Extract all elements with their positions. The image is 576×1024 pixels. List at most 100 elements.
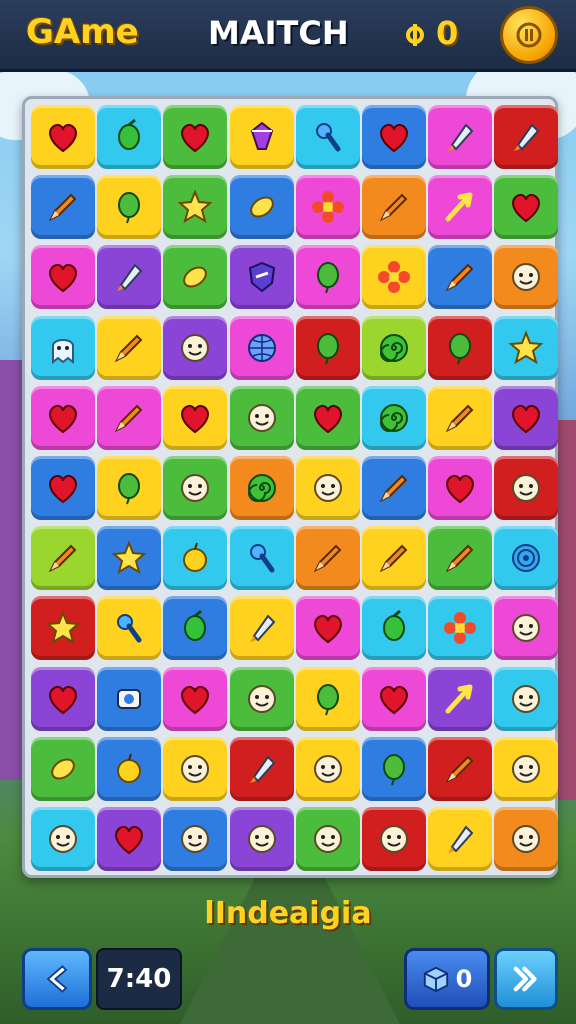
board-tile[interactable] [163, 526, 228, 591]
board-tile[interactable] [428, 456, 493, 520]
board-tile[interactable] [362, 456, 426, 520]
board-tile[interactable] [362, 385, 426, 450]
board-tile[interactable] [295, 807, 360, 871]
board-tile[interactable] [229, 666, 294, 731]
board-tile[interactable] [428, 315, 493, 380]
board-tile[interactable] [494, 315, 559, 380]
board-tile[interactable] [229, 315, 294, 380]
board-tile[interactable] [494, 385, 559, 450]
booster-button[interactable]: 0 [404, 948, 490, 1010]
board-tile[interactable] [229, 105, 294, 169]
board-tile[interactable] [31, 596, 95, 661]
leaf-icon [51, 758, 75, 780]
next-button[interactable] [494, 948, 558, 1010]
board-tile[interactable] [295, 245, 360, 310]
board-tile[interactable] [295, 526, 360, 591]
board-tile[interactable] [163, 105, 228, 169]
board-tile[interactable] [97, 526, 162, 591]
board-tile[interactable] [31, 175, 95, 240]
board-tile[interactable] [229, 807, 294, 871]
board-tile[interactable] [229, 736, 294, 801]
board-tile[interactable] [362, 807, 426, 871]
face-icon [181, 754, 210, 783]
board-tile[interactable] [494, 596, 559, 661]
board-tile[interactable] [163, 245, 228, 310]
board-tile[interactable] [163, 666, 228, 731]
board-tile[interactable] [163, 596, 228, 661]
board-tile[interactable] [295, 315, 360, 380]
board-tile[interactable] [295, 666, 360, 731]
board-tile[interactable] [428, 666, 493, 731]
board-tile[interactable] [163, 315, 228, 380]
board-tile[interactable] [295, 385, 360, 450]
board-tile[interactable] [494, 736, 559, 801]
board-tile[interactable] [362, 596, 426, 661]
board-tile[interactable] [295, 456, 360, 520]
board-tile[interactable] [163, 385, 228, 450]
back-button[interactable] [22, 948, 92, 1010]
board-tile[interactable] [229, 245, 294, 310]
board-tile[interactable] [362, 175, 426, 240]
board-tile[interactable] [295, 105, 360, 169]
board-tile[interactable] [97, 736, 162, 801]
board-tile[interactable] [428, 245, 493, 310]
board-tile[interactable] [31, 736, 95, 801]
board-tile[interactable] [229, 526, 294, 591]
heart-icon [380, 685, 408, 714]
rocket-icon [249, 614, 275, 643]
board-tile[interactable] [97, 175, 162, 240]
board-tile[interactable] [163, 175, 228, 240]
board-tile[interactable] [428, 105, 493, 169]
board-tile[interactable] [295, 175, 360, 240]
board-tile[interactable] [97, 666, 162, 731]
board-tile[interactable] [494, 105, 559, 169]
board-tile[interactable] [428, 736, 493, 801]
board-tile[interactable] [229, 175, 294, 240]
face-icon [247, 825, 276, 853]
board-tile[interactable] [229, 385, 294, 450]
board-tile[interactable] [31, 245, 95, 310]
board-tile[interactable] [163, 736, 228, 801]
board-tile[interactable] [97, 315, 162, 380]
board-tile[interactable] [362, 666, 426, 731]
board-tile[interactable] [229, 596, 294, 661]
board-tile[interactable] [31, 526, 95, 591]
board-tile[interactable] [428, 385, 493, 450]
pause-button[interactable] [500, 6, 558, 64]
board-tile[interactable] [362, 736, 426, 801]
face-icon [512, 684, 541, 713]
board-tile[interactable] [97, 385, 162, 450]
board-tile[interactable] [163, 807, 228, 871]
board-tile[interactable] [494, 456, 559, 520]
board-tile[interactable] [31, 315, 95, 380]
board-tile[interactable] [97, 596, 162, 661]
board-tile[interactable] [428, 807, 493, 871]
board-tile[interactable] [31, 807, 95, 871]
board-tile[interactable] [494, 175, 559, 240]
key-icon [249, 544, 275, 573]
board-tile[interactable] [362, 315, 426, 380]
board-tile[interactable] [31, 456, 95, 520]
board-tile[interactable] [97, 807, 162, 871]
board-tile[interactable] [31, 385, 95, 450]
board-tile[interactable] [163, 456, 228, 520]
board-tile[interactable] [362, 105, 426, 169]
board-tile[interactable] [428, 526, 493, 591]
board-tile[interactable] [229, 456, 294, 520]
face-icon [313, 474, 342, 502]
board-tile[interactable] [295, 596, 360, 661]
board-tile[interactable] [97, 456, 162, 520]
board-tile[interactable] [494, 666, 559, 731]
board-tile[interactable] [494, 807, 559, 871]
board-tile[interactable] [494, 526, 559, 591]
board-tile[interactable] [362, 245, 426, 310]
board-tile[interactable] [31, 105, 95, 169]
board-tile[interactable] [97, 245, 162, 310]
board-tile[interactable] [494, 245, 559, 310]
board-tile[interactable] [428, 596, 493, 661]
board-tile[interactable] [362, 526, 426, 591]
board-tile[interactable] [31, 666, 95, 731]
board-tile[interactable] [428, 175, 493, 240]
board-tile[interactable] [97, 105, 162, 169]
board-tile[interactable] [295, 736, 360, 801]
